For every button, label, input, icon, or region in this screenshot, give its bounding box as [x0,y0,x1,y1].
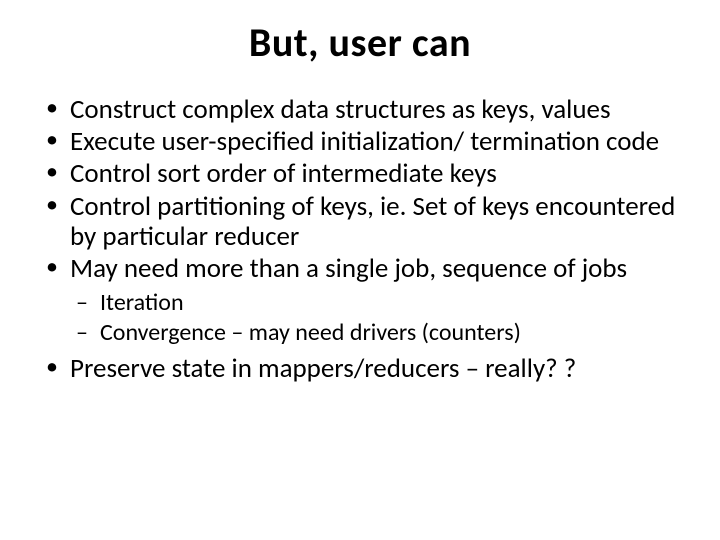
bullet-item: Control sort order of intermediate keys [40,159,680,189]
bullet-list: Construct complex data structures as key… [40,95,680,284]
slide-title: But, user can [40,18,680,67]
bullet-list: Preserve state in mappers/reducers – rea… [40,354,680,384]
slide: But, user can Construct complex data str… [0,0,720,540]
bullet-item: May need more than a single job, sequenc… [40,254,680,284]
sub-bullet-list: Iteration Convergence – may need drivers… [40,288,680,348]
bullet-item: Execute user-specified initialization/ t… [40,127,680,157]
sub-bullet-item: Iteration [40,288,680,318]
sub-bullet-item: Convergence – may need drivers (counters… [40,318,680,348]
bullet-item: Construct complex data structures as key… [40,95,680,125]
bullet-item: Control partitioning of keys, ie. Set of… [40,192,680,252]
bullet-item: Preserve state in mappers/reducers – rea… [40,354,680,384]
